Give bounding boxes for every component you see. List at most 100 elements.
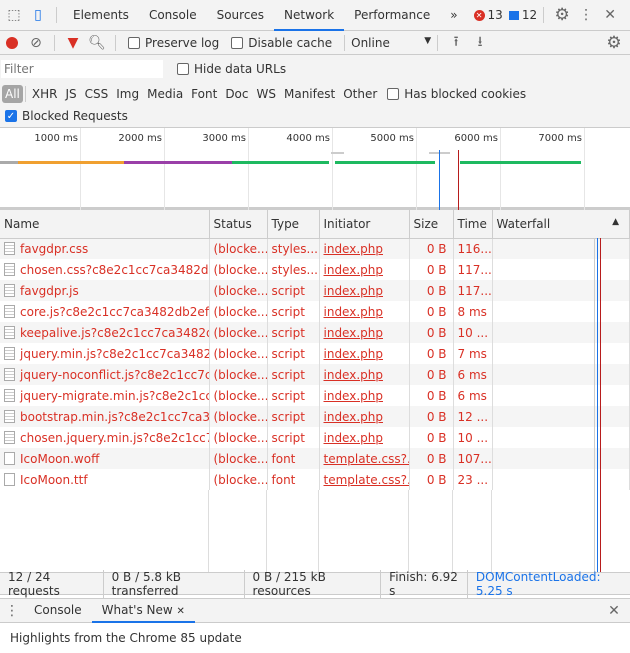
filter-input[interactable] [1,59,163,78]
table-row[interactable]: IcoMoon.ttf (blocke... font template.css?..… [0,469,630,490]
request-name[interactable]: IcoMoon.woff [0,448,210,469]
table-row[interactable]: keepalive.js?c8e2c1cc7ca3482db...(blocke… [0,322,630,343]
request-waterfall [492,364,630,385]
request-initiator: index.php [319,259,410,280]
drawer-tab-console[interactable]: Console [24,598,92,623]
column-header-size[interactable]: Size [409,210,454,239]
request-initiator: index.php [319,406,410,427]
request-name[interactable]: favgdpr.css [0,238,210,259]
throttling-value: Online [351,35,390,50]
initiator-link[interactable]: index.php [324,242,383,256]
type-filter-css[interactable]: CSS [81,87,113,101]
export-har-icon[interactable]: ⭳ [468,31,492,55]
table-row[interactable]: favgdpr.js (blocke... script index.php 0 B 11… [0,280,630,301]
column-header-waterfall[interactable]: Waterfall ▲ [492,210,630,239]
initiator-link[interactable]: template.css?... [324,452,409,466]
tab-sources[interactable]: Sources [207,0,274,31]
type-filter-xhr[interactable]: XHR [28,87,62,101]
tab-elements[interactable]: Elements [63,0,139,31]
table-row[interactable]: chosen.css?c8e2c1cc7ca3482db2...(blocke.… [0,259,630,280]
request-name[interactable]: bootstrap.min.js?c8e2c1cc7ca34... [0,406,210,427]
request-name[interactable]: core.js?c8e2c1cc7ca3482db2ef66... [0,301,210,322]
grid-line [584,128,585,210]
timeline-bar [460,161,581,164]
type-filter-ws[interactable]: WS [253,87,280,101]
table-row[interactable]: jquery-migrate.min.js?c8e2c1cc7...(block… [0,385,630,406]
tab-console[interactable]: Console [139,0,207,31]
table-row[interactable]: bootstrap.min.js?c8e2c1cc7ca34... (blocke… [0,406,630,427]
table-row[interactable]: jquery-noconflict.js?c8e2c1cc7ca...(bloc… [0,364,630,385]
drawer-menu-icon[interactable]: ⋮ [0,599,24,623]
initiator-link[interactable]: index.php [324,431,383,445]
type-filter-doc[interactable]: Doc [221,87,252,101]
network-settings-gear-icon[interactable]: ⚙ [602,31,626,55]
column-header-status[interactable]: Status [209,210,268,239]
close-icon[interactable]: ✕ [598,3,622,27]
initiator-link[interactable]: index.php [324,326,383,340]
initiator-link[interactable]: index.php [324,368,383,382]
request-name[interactable]: chosen.css?c8e2c1cc7ca3482db2... [0,259,210,280]
record-button[interactable] [0,31,24,55]
import-har-icon[interactable]: ⭱ [444,31,468,55]
initiator-link[interactable]: template.css?... [324,473,409,487]
request-size: 0 B [409,364,454,385]
request-name-label: IcoMoon.ttf [20,472,88,487]
throttling-select[interactable]: Online ▼ [351,36,431,50]
type-filter-all[interactable]: All [2,84,23,103]
request-name[interactable]: jquery-noconflict.js?c8e2c1cc7ca... [0,364,210,385]
request-name[interactable]: chosen.jquery.min.js?c8e2c1cc7c... [0,427,210,448]
request-name[interactable]: jquery.min.js?c8e2c1cc7ca3482d... [0,343,210,364]
filter-icon[interactable]: ▼ [61,31,85,55]
column-header-name[interactable]: Name [0,210,210,239]
initiator-link[interactable]: index.php [324,410,383,424]
device-toolbar-icon[interactable]: ▯ [26,3,50,27]
request-initiator: index.php [319,280,410,301]
request-type: script [267,385,320,406]
column-header-initiator[interactable]: Initiator [319,210,410,239]
tab-performance[interactable]: Performance [344,0,440,31]
type-filter-media[interactable]: Media [143,87,187,101]
search-icon[interactable]: 🔍︎ [85,31,109,55]
table-row[interactable]: jquery.min.js?c8e2c1cc7ca3482d...(blocke… [0,343,630,364]
inspect-element-icon[interactable]: ⬚ [2,3,26,27]
request-name[interactable]: keepalive.js?c8e2c1cc7ca3482db... [0,322,210,343]
disable-cache-checkbox[interactable]: Disable cache [231,36,332,50]
type-filter-other[interactable]: Other [339,87,381,101]
more-tabs-button[interactable]: » [440,0,467,31]
close-tab-icon[interactable]: ✕ [177,606,185,617]
column-header-type[interactable]: Type [267,210,320,239]
request-name[interactable]: IcoMoon.ttf [0,469,210,490]
request-initiator: index.php [319,322,410,343]
initiator-link[interactable]: index.php [324,263,383,277]
initiator-link[interactable]: index.php [324,347,383,361]
hide-data-urls-checkbox[interactable]: Hide data URLs [177,62,286,76]
table-row[interactable]: chosen.jquery.min.js?c8e2c1cc7c...(block… [0,427,630,448]
blocked-requests-checkbox[interactable]: ✓ Blocked Requests [5,109,128,123]
table-row[interactable]: IcoMoon.woff (blocke... font template.css?.… [0,448,630,469]
type-filter-manifest[interactable]: Manifest [280,87,339,101]
type-filter-img[interactable]: Img [112,87,143,101]
has-blocked-cookies-checkbox[interactable]: Has blocked cookies [387,87,526,101]
tab-network[interactable]: Network [274,0,345,31]
message-icon [508,10,519,20]
initiator-link[interactable]: index.php [324,284,383,298]
network-overview-timeline[interactable]: 1000 ms 2000 ms 3000 ms 4000 ms 5000 ms … [0,128,630,210]
table-row[interactable]: core.js?c8e2c1cc7ca3482db2ef66...(blocke… [0,301,630,322]
settings-gear-icon[interactable]: ⚙ [550,3,574,27]
type-filter-js[interactable]: JS [61,87,80,101]
request-waterfall [492,448,630,469]
drawer-tab-whats-new[interactable]: What's New ✕ [91,598,195,623]
more-options-icon[interactable]: ⋮ [574,3,598,27]
type-filter-font[interactable]: Font [187,87,221,101]
error-count[interactable]: ✕ 13 12 [473,8,537,22]
initiator-link[interactable]: index.php [324,389,383,403]
request-name[interactable]: favgdpr.js [0,280,210,301]
preserve-log-checkbox[interactable]: Preserve log [128,36,219,50]
request-name[interactable]: jquery-migrate.min.js?c8e2c1cc7... [0,385,210,406]
clear-icon[interactable]: ⊘ [24,31,48,55]
table-row[interactable]: favgdpr.css (blocke... styles... index.php 0… [0,238,630,259]
column-header-time[interactable]: Time [453,210,493,239]
close-drawer-icon[interactable]: ✕ [602,599,626,623]
initiator-link[interactable]: index.php [324,305,383,319]
transferred-size: 0 B / 5.8 kB transferred [104,569,245,598]
